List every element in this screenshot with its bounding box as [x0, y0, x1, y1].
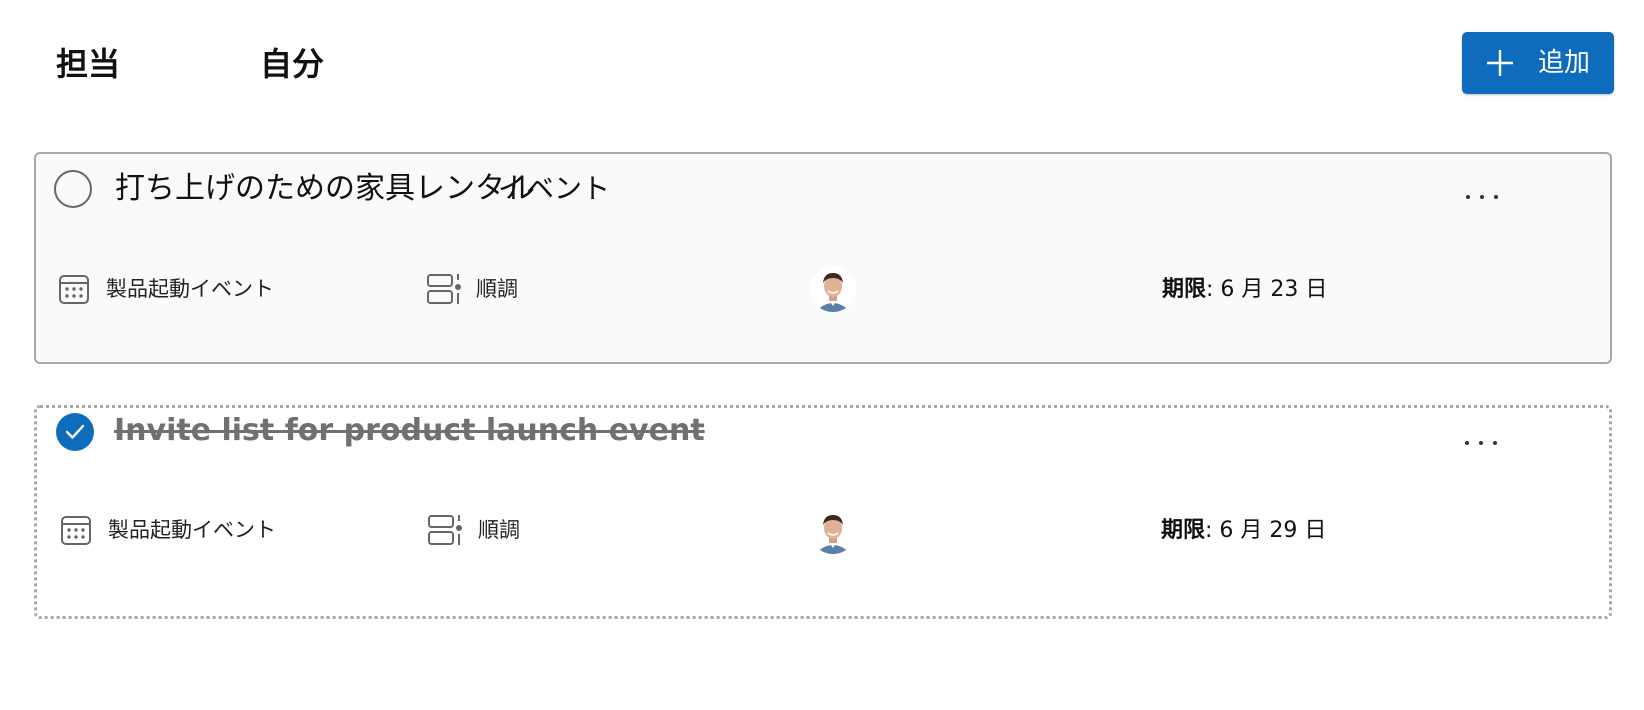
- status-layout-icon: [427, 274, 461, 304]
- more-icon[interactable]: [1460, 182, 1504, 212]
- status-label: 順調: [478, 518, 520, 542]
- complete-checkbox[interactable]: [54, 170, 92, 208]
- plus-icon: [1487, 50, 1513, 76]
- plan-name: 製品起動イベント: [108, 518, 276, 542]
- due-value: : 6 月 23 日: [1206, 277, 1328, 302]
- assigned-label: 担当: [56, 45, 121, 83]
- due-value: : 6 月 29 日: [1205, 518, 1327, 543]
- task-card[interactable]: 打ち上げのための家具レンタル イベント 製品起動イベント 順調 期限: 6 月 …: [34, 152, 1612, 364]
- due-date: 期限: 6 月 29 日: [1161, 516, 1326, 546]
- checkmark-icon: [65, 424, 85, 439]
- add-button[interactable]: 追加: [1462, 32, 1614, 94]
- status-label: 順調: [476, 277, 518, 301]
- complete-checkbox[interactable]: [56, 413, 94, 451]
- task-tag: イベント: [498, 172, 611, 205]
- due-date: 期限: 6 月 23 日: [1162, 275, 1327, 305]
- calendar-icon: [59, 275, 89, 304]
- calendar-icon: [61, 516, 91, 545]
- task-card[interactable]: Invite list for product launch event 製品起…: [34, 405, 1612, 619]
- due-label: 期限: [1161, 518, 1206, 543]
- assigned-to-me-label: 自分: [260, 45, 325, 83]
- avatar[interactable]: [810, 508, 856, 554]
- plan-name: 製品起動イベント: [106, 277, 274, 301]
- avatar[interactable]: [810, 266, 856, 312]
- header: 担当 自分 追加: [0, 0, 1644, 120]
- due-label: 期限: [1162, 277, 1207, 302]
- task-title[interactable]: Invite list for product launch event: [114, 411, 705, 451]
- add-button-label: 追加: [1538, 48, 1591, 78]
- more-icon[interactable]: [1459, 428, 1503, 458]
- task-title[interactable]: 打ち上げのための家具レンタル: [115, 169, 535, 209]
- status-layout-icon: [428, 515, 462, 545]
